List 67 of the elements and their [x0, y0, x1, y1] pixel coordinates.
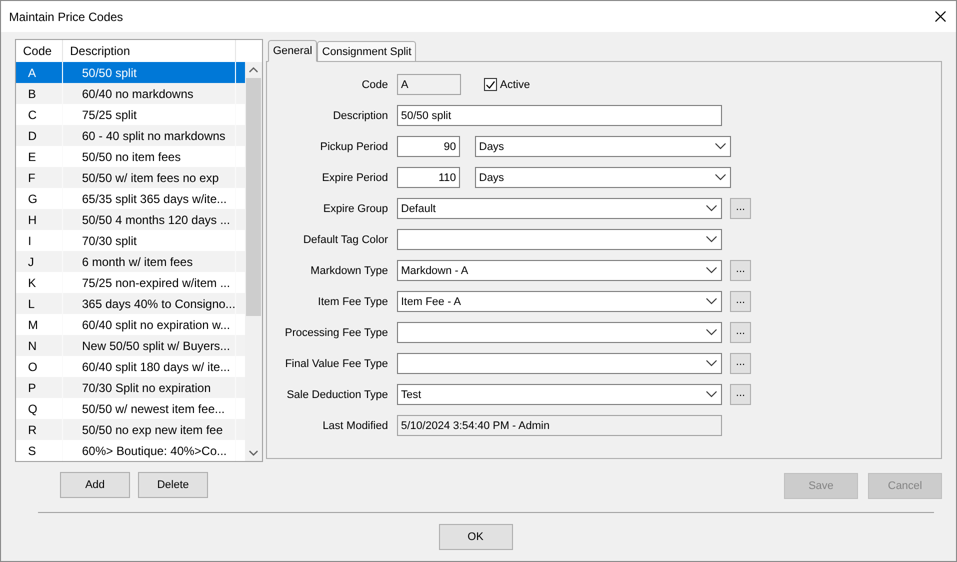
scrollbar[interactable] — [245, 62, 262, 461]
dropdown-field[interactable]: Days — [475, 136, 731, 157]
list-row[interactable]: D 60 - 40 split no markdowns — [16, 125, 245, 146]
dropdown-field[interactable]: Test — [397, 384, 722, 405]
description-cell: 60%> Boutique: 40%>Co... — [63, 440, 236, 461]
field-label: Processing Fee Type — [284, 326, 388, 338]
field-label: Last Modified — [322, 420, 388, 432]
field-label: Pickup Period — [319, 140, 388, 152]
browse-button[interactable]: ... — [730, 322, 751, 343]
check-icon — [486, 80, 495, 88]
scroll-up-icon[interactable] — [249, 67, 258, 73]
dropdown-field[interactable] — [397, 229, 722, 250]
dropdown-icon — [706, 236, 717, 243]
list-row[interactable]: N New 50/50 split w/ Buyers... — [16, 335, 245, 356]
dropdown-icon — [706, 298, 717, 305]
field-label: Expire Group — [322, 202, 388, 214]
close-button[interactable] — [933, 9, 948, 24]
dropdown-icon — [706, 267, 717, 274]
dropdown-icon — [715, 143, 726, 150]
field-label: Expire Period — [320, 172, 388, 184]
code-field: A — [397, 74, 461, 95]
field-label: Item Fee Type — [316, 296, 388, 308]
browse-button[interactable]: ... — [730, 198, 751, 219]
code-cell: S — [16, 440, 63, 461]
active-checkbox[interactable]: Active — [484, 78, 530, 91]
list-button[interactable]: Delete — [138, 472, 208, 498]
dropdown-field[interactable] — [397, 353, 722, 374]
browse-button[interactable]: ... — [730, 291, 751, 312]
text-field[interactable]: 50/50 split — [397, 105, 722, 126]
list-row[interactable]: J 6 month w/ item fees — [16, 251, 245, 272]
browse-button[interactable]: ... — [730, 384, 751, 405]
dropdown-icon — [706, 391, 717, 398]
close-icon — [935, 11, 946, 22]
list-row[interactable]: F 50/50 w/ item fees no exp — [16, 167, 245, 188]
field-label: Sale Deduction Type — [286, 388, 388, 400]
scrollbar-thumb[interactable] — [246, 78, 261, 316]
dropdown-icon — [706, 360, 717, 367]
field-label: Final Value Fee Type — [284, 358, 388, 370]
field-label: Description — [332, 110, 388, 122]
window-title: Maintain Price Codes — [9, 10, 124, 24]
dropdown-icon — [715, 174, 726, 181]
dropdown-icon — [706, 205, 717, 212]
list-row[interactable]: R 50/50 no exp new item fee — [16, 419, 245, 440]
number-field[interactable]: 110 — [397, 167, 460, 188]
scroll-down-icon[interactable] — [249, 450, 258, 456]
list-button[interactable]: Add — [60, 472, 130, 498]
field-label: Code — [360, 78, 388, 90]
list-row[interactable]: B 60/40 no markdowns — [16, 83, 245, 104]
list-row[interactable]: P 70/30 Split no expiration — [16, 377, 245, 398]
browse-button[interactable]: ... — [730, 353, 751, 374]
ok-button[interactable]: OK — [438, 524, 512, 550]
tab[interactable]: General — [268, 40, 318, 62]
tab[interactable]: Consignment Split — [317, 41, 416, 61]
readonly-field: 5/10/2024 3:54:40 PM - Admin — [397, 415, 722, 436]
field-label: Default Tag Color — [302, 234, 388, 246]
list-row[interactable]: H 50/50 4 months 120 days ... — [16, 209, 245, 230]
dropdown-field[interactable]: Item Fee - A — [397, 291, 722, 312]
list-row[interactable]: L 365 days 40% to Consigno... — [16, 293, 245, 314]
field-label: Markdown Type — [310, 264, 388, 276]
list-row[interactable]: A 50/50 split — [16, 62, 245, 83]
dropdown-field[interactable] — [397, 322, 722, 343]
dropdown-field[interactable]: Days — [475, 167, 731, 188]
dropdown-field[interactable]: Default — [397, 198, 722, 219]
browse-button[interactable]: ... — [730, 260, 751, 281]
dropdown-icon — [706, 329, 717, 336]
dropdown-field[interactable]: Markdown - A — [397, 260, 722, 281]
number-field[interactable]: 90 — [397, 136, 460, 157]
